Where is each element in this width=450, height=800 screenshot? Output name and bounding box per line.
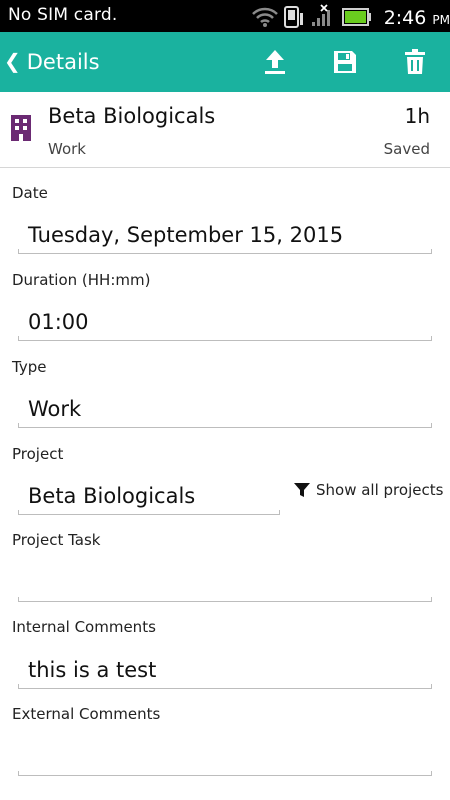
date-field[interactable]: Tuesday, September 15, 2015 <box>18 220 432 254</box>
save-icon <box>334 51 356 73</box>
clock-time: 2:46 <box>383 7 427 29</box>
battery-icon <box>342 8 371 26</box>
summary-project: Beta Biologicals <box>48 104 216 128</box>
wifi-icon <box>252 7 278 27</box>
save-button[interactable] <box>327 44 363 80</box>
external-comments-label: External Comments <box>12 705 161 723</box>
date-label: Date <box>12 184 48 202</box>
show-all-projects-button[interactable]: Show all projects <box>294 481 443 499</box>
project-task-field[interactable] <box>18 568 432 602</box>
duration-label: Duration (HH:mm) <box>12 271 151 289</box>
summary-status: Saved <box>383 140 430 158</box>
back-button[interactable]: ❮ Details <box>4 32 100 92</box>
filter-icon <box>294 483 310 497</box>
no-signal-icon <box>312 4 330 26</box>
clock: 2:46 PM <box>384 7 450 29</box>
chevron-left-icon: ❮ <box>4 49 21 73</box>
vibrate-icon <box>284 6 303 28</box>
type-label: Type <box>12 358 47 376</box>
delete-button[interactable] <box>397 44 433 80</box>
trash-icon <box>405 49 425 74</box>
show-all-projects-label: Show all projects <box>316 481 444 499</box>
status-icons: 2:46 PM <box>250 4 450 30</box>
project-field[interactable]: Beta Biologicals <box>18 481 280 515</box>
duration-field[interactable]: 01:00 <box>18 307 432 341</box>
summary-duration: 1h <box>404 104 430 128</box>
carrier-text: No SIM card. <box>8 5 118 25</box>
type-field[interactable]: Work <box>18 394 432 428</box>
status-bar: No SIM card. 2:46 PM <box>0 0 450 32</box>
upload-button[interactable] <box>257 44 293 80</box>
internal-comments-field[interactable]: this is a test <box>18 655 432 689</box>
app-bar: ❮ Details <box>0 32 450 92</box>
external-comments-field[interactable] <box>18 742 432 776</box>
internal-comments-label: Internal Comments <box>12 618 156 636</box>
project-label: Project <box>12 445 64 463</box>
entry-summary: Beta Biologicals Work 1h Saved <box>0 92 450 168</box>
clock-ampm: PM <box>432 13 450 27</box>
summary-type: Work <box>48 140 86 158</box>
project-task-label: Project Task <box>12 531 101 549</box>
building-icon <box>11 115 31 141</box>
page-title: Details <box>26 50 100 74</box>
upload-icon <box>265 50 285 74</box>
